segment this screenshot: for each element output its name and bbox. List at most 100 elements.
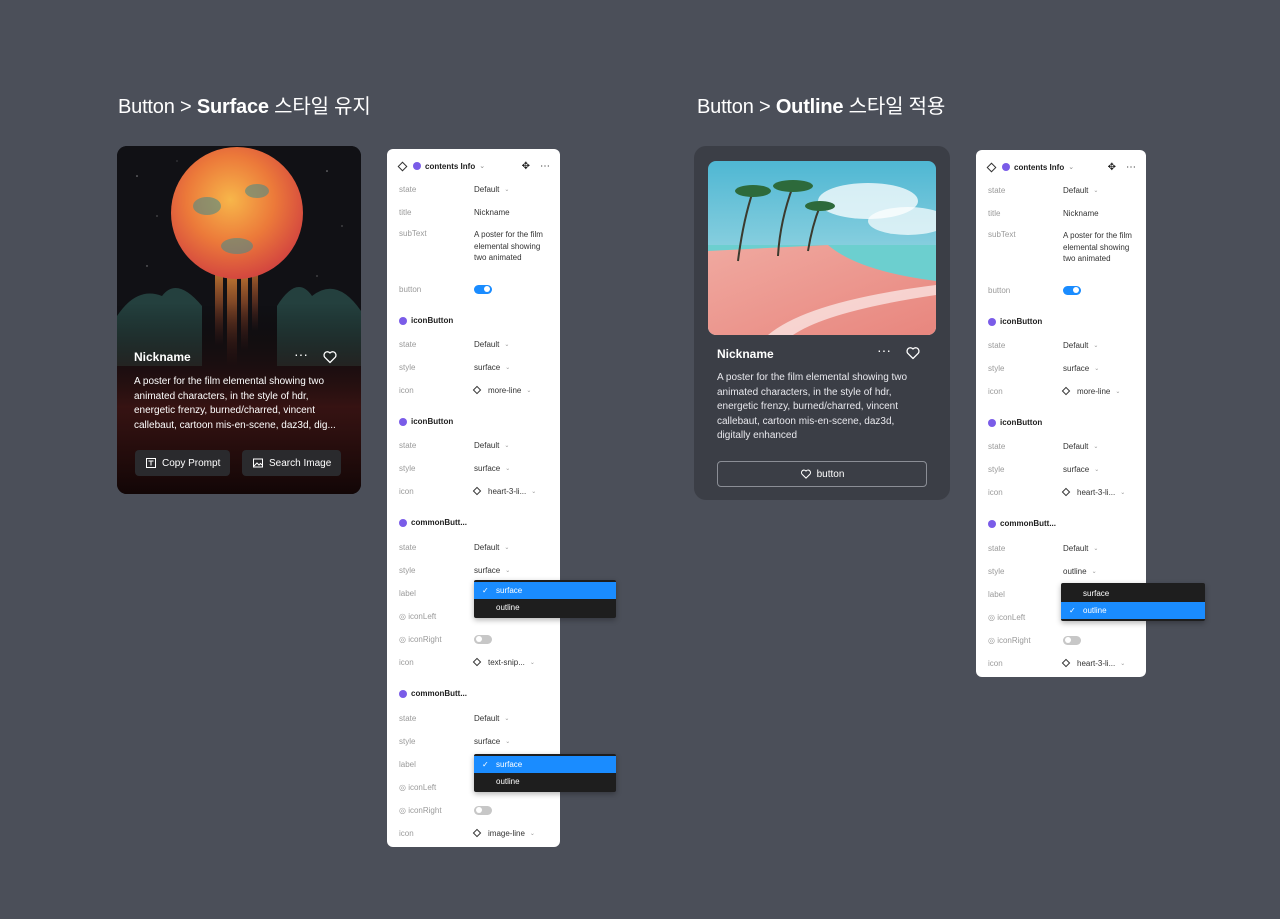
- chevron-down-icon[interactable]: ⌄: [1068, 163, 1074, 171]
- panel-header: contents Info ⌄ ✥ ⋯: [986, 161, 1136, 173]
- more-options-icon[interactable]: ⋯: [540, 161, 550, 172]
- chevron-down-icon[interactable]: ⌄: [479, 162, 485, 170]
- state-select[interactable]: Default ⌄: [1063, 442, 1098, 451]
- section-title: commonButt...: [411, 689, 467, 698]
- subtext-value[interactable]: A poster for the film elemental showing …: [474, 229, 544, 264]
- card-nickname: Nickname: [717, 347, 774, 361]
- state-select[interactable]: Default ⌄: [474, 340, 509, 349]
- state-label: state: [399, 713, 417, 723]
- state-label: state: [988, 543, 1006, 553]
- icon-left-label: ◎ iconLeft: [399, 611, 437, 621]
- surface-style-card[interactable]: Nickname ··· A poster for the film eleme…: [117, 146, 361, 494]
- icon-right-toggle[interactable]: [474, 805, 492, 815]
- button-label: button: [399, 284, 422, 294]
- subtext-value[interactable]: A poster for the film elemental showing …: [1063, 230, 1133, 265]
- icon-select[interactable]: heart-3-li... ⌄: [1061, 488, 1125, 497]
- style-dropdown-2[interactable]: surface outline: [474, 754, 616, 792]
- style-dropdown-right[interactable]: surface outline: [1061, 583, 1205, 621]
- title-value[interactable]: Nickname: [474, 208, 510, 217]
- state-select[interactable]: Default ⌄: [1063, 341, 1098, 350]
- style-select[interactable]: outline ⌄: [1063, 567, 1097, 576]
- dropdown-option-surface[interactable]: surface: [474, 582, 616, 599]
- move-icon[interactable]: ✥: [522, 161, 530, 172]
- style-label: style: [399, 463, 416, 473]
- more-icon[interactable]: ···: [876, 343, 892, 360]
- component-icon: [397, 161, 408, 171]
- properties-panel-left: contents Info ⌄ ✥ ⋯ state Default ⌄ title Ni…: [387, 149, 560, 847]
- style-select[interactable]: surface ⌄: [1063, 465, 1099, 474]
- icon-right-toggle[interactable]: [474, 634, 492, 644]
- button-toggle[interactable]: [1063, 285, 1081, 295]
- icon-label: icon: [399, 828, 414, 838]
- more-options-icon[interactable]: ⋯: [1126, 162, 1136, 173]
- style-select[interactable]: surface ⌄: [474, 566, 510, 575]
- dropdown-option-outline[interactable]: outline: [1061, 602, 1205, 619]
- label-label: label: [988, 589, 1005, 599]
- section-title: iconButton: [411, 417, 454, 426]
- dropdown-option-surface[interactable]: surface: [474, 756, 616, 773]
- icon-select[interactable]: heart-3-li... ⌄: [472, 487, 536, 496]
- state-label: state: [399, 542, 417, 552]
- section-title: commonButt...: [411, 518, 467, 527]
- icon-select[interactable]: image-line ⌄: [472, 829, 535, 838]
- search-image-button[interactable]: Search Image: [242, 450, 342, 476]
- style-select[interactable]: surface ⌄: [1063, 364, 1099, 373]
- style-select[interactable]: surface ⌄: [474, 737, 510, 746]
- state-select[interactable]: Default ⌄: [474, 543, 509, 552]
- style-label: style: [399, 565, 416, 575]
- icon-label: icon: [399, 486, 414, 496]
- icon-select[interactable]: more-line ⌄: [1061, 386, 1120, 396]
- heart-icon[interactable]: [905, 345, 921, 361]
- heart-icon[interactable]: [322, 349, 338, 365]
- section-title: iconButton: [1000, 317, 1043, 326]
- state-select[interactable]: Default ⌄: [474, 714, 509, 723]
- component-icon: [472, 657, 482, 667]
- icon-select[interactable]: text-snip... ⌄: [472, 657, 535, 667]
- icon-right-label: ◎ iconRight: [399, 634, 442, 644]
- state-label: state: [988, 185, 1006, 195]
- move-icon[interactable]: ✥: [1108, 162, 1116, 173]
- component-icon: [986, 162, 997, 172]
- instance-dot-icon: [399, 518, 407, 527]
- dropdown-option-outline[interactable]: outline: [474, 773, 616, 790]
- state-select[interactable]: Default ⌄: [474, 441, 509, 450]
- icon-label: icon: [399, 657, 414, 667]
- component-icon: [1061, 658, 1071, 668]
- dropdown-option-outline[interactable]: outline: [474, 599, 616, 616]
- title-label: title: [988, 208, 1001, 218]
- style-dropdown-1[interactable]: surface outline: [474, 580, 616, 618]
- panel-header: contents Info ⌄ ✥ ⋯: [397, 160, 550, 172]
- outline-button-label: button: [816, 468, 845, 480]
- left-heading: Button > Surface 스타일 유지: [118, 90, 371, 119]
- style-select[interactable]: surface ⌄: [474, 464, 510, 473]
- style-label: style: [988, 566, 1005, 576]
- heading-prefix: Button >: [697, 96, 776, 118]
- style-label: style: [399, 736, 416, 746]
- more-icon[interactable]: ···: [293, 347, 309, 364]
- dropdown-option-surface[interactable]: surface: [1061, 585, 1205, 602]
- style-select[interactable]: surface ⌄: [474, 363, 510, 372]
- icon-right-label: ◎ iconRight: [399, 805, 442, 815]
- subtext-label: subText: [988, 230, 1016, 239]
- icon-select[interactable]: more-line ⌄: [472, 386, 531, 395]
- button-toggle[interactable]: [474, 284, 492, 294]
- panel-title[interactable]: contents Info: [1014, 163, 1064, 172]
- common-button-section-1: commonButt...: [399, 518, 467, 527]
- copy-prompt-button[interactable]: Copy Prompt: [135, 450, 231, 476]
- state-select[interactable]: Default ⌄: [1063, 186, 1098, 195]
- section-title: commonButt...: [1000, 519, 1056, 528]
- icon-right-toggle[interactable]: [1063, 635, 1081, 645]
- state-select[interactable]: Default ⌄: [1063, 544, 1098, 553]
- outline-button[interactable]: button: [717, 461, 927, 487]
- button-label: button: [988, 285, 1011, 295]
- component-icon: [1061, 386, 1071, 396]
- style-label: style: [399, 362, 416, 372]
- panel-title[interactable]: contents Info: [425, 162, 475, 171]
- outline-style-card[interactable]: Nickname ··· A poster for the film eleme…: [694, 146, 950, 500]
- title-value[interactable]: Nickname: [1063, 209, 1099, 218]
- text-snippet-icon: [146, 458, 156, 468]
- icon-select[interactable]: heart-3-li... ⌄: [1061, 658, 1125, 668]
- state-select[interactable]: Default ⌄: [474, 185, 509, 194]
- heading-prefix: Button >: [118, 96, 197, 118]
- icon-right-label: ◎ iconRight: [988, 635, 1031, 645]
